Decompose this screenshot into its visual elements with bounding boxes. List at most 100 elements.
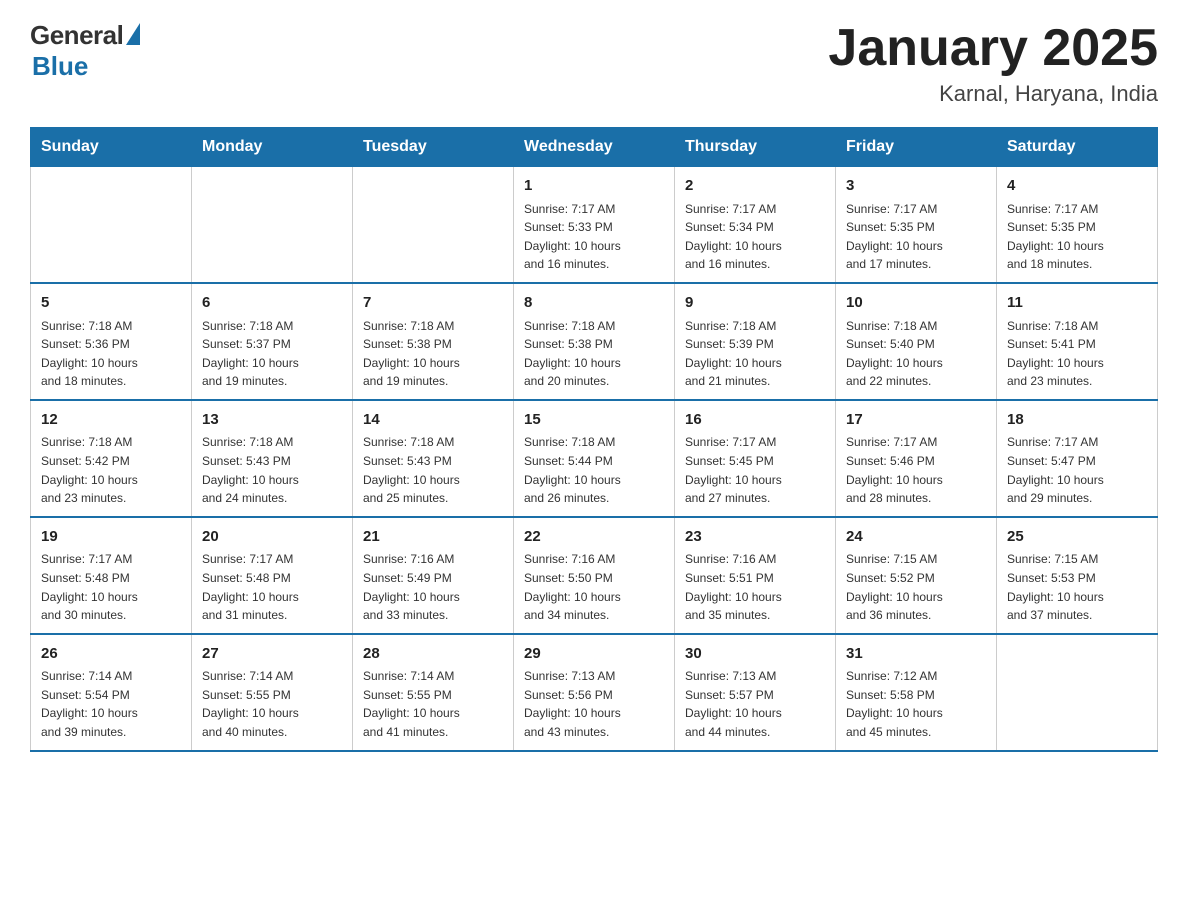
calendar-cell: 20Sunrise: 7:17 AM Sunset: 5:48 PM Dayli… xyxy=(192,517,353,634)
day-info: Sunrise: 7:17 AM Sunset: 5:47 PM Dayligh… xyxy=(1007,433,1147,507)
day-info: Sunrise: 7:12 AM Sunset: 5:58 PM Dayligh… xyxy=(846,667,986,741)
day-number: 23 xyxy=(685,526,825,549)
day-info: Sunrise: 7:18 AM Sunset: 5:38 PM Dayligh… xyxy=(524,317,664,391)
calendar-cell: 8Sunrise: 7:18 AM Sunset: 5:38 PM Daylig… xyxy=(514,283,675,400)
day-info: Sunrise: 7:18 AM Sunset: 5:42 PM Dayligh… xyxy=(41,433,181,507)
calendar-week-row: 26Sunrise: 7:14 AM Sunset: 5:54 PM Dayli… xyxy=(31,634,1158,751)
day-number: 8 xyxy=(524,292,664,315)
calendar-cell: 19Sunrise: 7:17 AM Sunset: 5:48 PM Dayli… xyxy=(31,517,192,634)
calendar-cell: 13Sunrise: 7:18 AM Sunset: 5:43 PM Dayli… xyxy=(192,400,353,517)
calendar-week-row: 5Sunrise: 7:18 AM Sunset: 5:36 PM Daylig… xyxy=(31,283,1158,400)
day-number: 25 xyxy=(1007,526,1147,549)
calendar-cell: 16Sunrise: 7:17 AM Sunset: 5:45 PM Dayli… xyxy=(675,400,836,517)
day-number: 15 xyxy=(524,409,664,432)
calendar-cell xyxy=(31,167,192,283)
day-info: Sunrise: 7:17 AM Sunset: 5:45 PM Dayligh… xyxy=(685,433,825,507)
header-saturday: Saturday xyxy=(997,128,1158,167)
day-number: 11 xyxy=(1007,292,1147,315)
logo-blue-text: Blue xyxy=(32,51,88,82)
header-wednesday: Wednesday xyxy=(514,128,675,167)
calendar-title: January 2025 xyxy=(828,20,1158,77)
calendar-header-row: SundayMondayTuesdayWednesdayThursdayFrid… xyxy=(31,128,1158,167)
logo: General Blue xyxy=(30,20,140,82)
calendar-cell: 11Sunrise: 7:18 AM Sunset: 5:41 PM Dayli… xyxy=(997,283,1158,400)
day-number: 13 xyxy=(202,409,342,432)
calendar-cell: 3Sunrise: 7:17 AM Sunset: 5:35 PM Daylig… xyxy=(836,167,997,283)
day-info: Sunrise: 7:17 AM Sunset: 5:35 PM Dayligh… xyxy=(1007,200,1147,274)
calendar-cell: 6Sunrise: 7:18 AM Sunset: 5:37 PM Daylig… xyxy=(192,283,353,400)
day-info: Sunrise: 7:18 AM Sunset: 5:40 PM Dayligh… xyxy=(846,317,986,391)
header-friday: Friday xyxy=(836,128,997,167)
day-info: Sunrise: 7:15 AM Sunset: 5:53 PM Dayligh… xyxy=(1007,550,1147,624)
day-info: Sunrise: 7:18 AM Sunset: 5:44 PM Dayligh… xyxy=(524,433,664,507)
day-info: Sunrise: 7:18 AM Sunset: 5:38 PM Dayligh… xyxy=(363,317,503,391)
calendar-cell: 24Sunrise: 7:15 AM Sunset: 5:52 PM Dayli… xyxy=(836,517,997,634)
day-info: Sunrise: 7:18 AM Sunset: 5:36 PM Dayligh… xyxy=(41,317,181,391)
calendar-cell: 30Sunrise: 7:13 AM Sunset: 5:57 PM Dayli… xyxy=(675,634,836,751)
day-number: 31 xyxy=(846,643,986,666)
day-info: Sunrise: 7:18 AM Sunset: 5:43 PM Dayligh… xyxy=(363,433,503,507)
calendar-cell xyxy=(192,167,353,283)
day-info: Sunrise: 7:17 AM Sunset: 5:48 PM Dayligh… xyxy=(202,550,342,624)
calendar-cell: 29Sunrise: 7:13 AM Sunset: 5:56 PM Dayli… xyxy=(514,634,675,751)
page-header: General Blue January 2025 Karnal, Haryan… xyxy=(30,20,1158,107)
calendar-cell: 26Sunrise: 7:14 AM Sunset: 5:54 PM Dayli… xyxy=(31,634,192,751)
day-info: Sunrise: 7:17 AM Sunset: 5:48 PM Dayligh… xyxy=(41,550,181,624)
day-info: Sunrise: 7:16 AM Sunset: 5:50 PM Dayligh… xyxy=(524,550,664,624)
day-info: Sunrise: 7:14 AM Sunset: 5:55 PM Dayligh… xyxy=(202,667,342,741)
day-info: Sunrise: 7:17 AM Sunset: 5:35 PM Dayligh… xyxy=(846,200,986,274)
day-number: 16 xyxy=(685,409,825,432)
day-number: 19 xyxy=(41,526,181,549)
day-number: 22 xyxy=(524,526,664,549)
day-info: Sunrise: 7:16 AM Sunset: 5:51 PM Dayligh… xyxy=(685,550,825,624)
day-number: 9 xyxy=(685,292,825,315)
calendar-cell: 9Sunrise: 7:18 AM Sunset: 5:39 PM Daylig… xyxy=(675,283,836,400)
calendar-cell: 31Sunrise: 7:12 AM Sunset: 5:58 PM Dayli… xyxy=(836,634,997,751)
header-monday: Monday xyxy=(192,128,353,167)
header-sunday: Sunday xyxy=(31,128,192,167)
calendar-cell: 15Sunrise: 7:18 AM Sunset: 5:44 PM Dayli… xyxy=(514,400,675,517)
calendar-cell: 28Sunrise: 7:14 AM Sunset: 5:55 PM Dayli… xyxy=(353,634,514,751)
day-number: 29 xyxy=(524,643,664,666)
day-info: Sunrise: 7:18 AM Sunset: 5:39 PM Dayligh… xyxy=(685,317,825,391)
day-info: Sunrise: 7:17 AM Sunset: 5:33 PM Dayligh… xyxy=(524,200,664,274)
day-number: 18 xyxy=(1007,409,1147,432)
day-number: 10 xyxy=(846,292,986,315)
day-number: 6 xyxy=(202,292,342,315)
calendar-cell: 27Sunrise: 7:14 AM Sunset: 5:55 PM Dayli… xyxy=(192,634,353,751)
day-info: Sunrise: 7:13 AM Sunset: 5:56 PM Dayligh… xyxy=(524,667,664,741)
logo-general-text: General xyxy=(30,20,123,51)
day-number: 21 xyxy=(363,526,503,549)
day-info: Sunrise: 7:18 AM Sunset: 5:43 PM Dayligh… xyxy=(202,433,342,507)
day-number: 4 xyxy=(1007,175,1147,198)
calendar-cell: 22Sunrise: 7:16 AM Sunset: 5:50 PM Dayli… xyxy=(514,517,675,634)
day-info: Sunrise: 7:18 AM Sunset: 5:41 PM Dayligh… xyxy=(1007,317,1147,391)
calendar-cell: 5Sunrise: 7:18 AM Sunset: 5:36 PM Daylig… xyxy=(31,283,192,400)
calendar-cell xyxy=(353,167,514,283)
calendar-cell: 14Sunrise: 7:18 AM Sunset: 5:43 PM Dayli… xyxy=(353,400,514,517)
title-section: January 2025 Karnal, Haryana, India xyxy=(828,20,1158,107)
calendar-week-row: 1Sunrise: 7:17 AM Sunset: 5:33 PM Daylig… xyxy=(31,167,1158,283)
calendar-cell: 18Sunrise: 7:17 AM Sunset: 5:47 PM Dayli… xyxy=(997,400,1158,517)
day-info: Sunrise: 7:14 AM Sunset: 5:55 PM Dayligh… xyxy=(363,667,503,741)
day-number: 1 xyxy=(524,175,664,198)
day-info: Sunrise: 7:17 AM Sunset: 5:34 PM Dayligh… xyxy=(685,200,825,274)
calendar-week-row: 19Sunrise: 7:17 AM Sunset: 5:48 PM Dayli… xyxy=(31,517,1158,634)
calendar-cell: 25Sunrise: 7:15 AM Sunset: 5:53 PM Dayli… xyxy=(997,517,1158,634)
calendar-week-row: 12Sunrise: 7:18 AM Sunset: 5:42 PM Dayli… xyxy=(31,400,1158,517)
calendar-cell: 7Sunrise: 7:18 AM Sunset: 5:38 PM Daylig… xyxy=(353,283,514,400)
calendar-cell xyxy=(997,634,1158,751)
day-info: Sunrise: 7:18 AM Sunset: 5:37 PM Dayligh… xyxy=(202,317,342,391)
day-number: 5 xyxy=(41,292,181,315)
day-number: 2 xyxy=(685,175,825,198)
day-number: 26 xyxy=(41,643,181,666)
calendar-cell: 17Sunrise: 7:17 AM Sunset: 5:46 PM Dayli… xyxy=(836,400,997,517)
day-number: 14 xyxy=(363,409,503,432)
day-info: Sunrise: 7:17 AM Sunset: 5:46 PM Dayligh… xyxy=(846,433,986,507)
calendar-cell: 4Sunrise: 7:17 AM Sunset: 5:35 PM Daylig… xyxy=(997,167,1158,283)
day-number: 27 xyxy=(202,643,342,666)
header-tuesday: Tuesday xyxy=(353,128,514,167)
day-info: Sunrise: 7:15 AM Sunset: 5:52 PM Dayligh… xyxy=(846,550,986,624)
day-info: Sunrise: 7:14 AM Sunset: 5:54 PM Dayligh… xyxy=(41,667,181,741)
day-number: 17 xyxy=(846,409,986,432)
